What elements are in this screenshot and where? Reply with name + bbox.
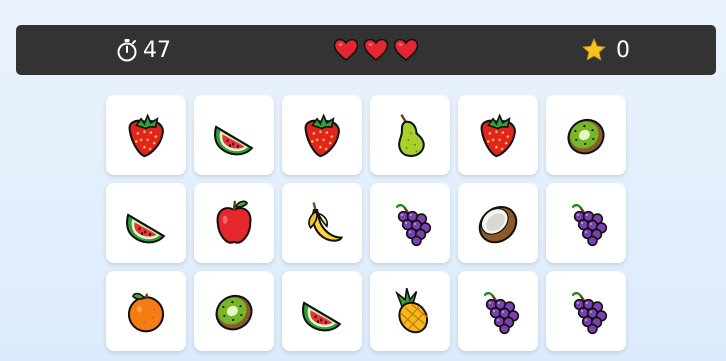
card[interactable] [194, 183, 274, 263]
card[interactable] [282, 95, 362, 175]
heart-icon [363, 38, 389, 62]
strawberry-icon [472, 109, 524, 161]
card[interactable] [106, 95, 186, 175]
card[interactable] [194, 95, 274, 175]
coconut-icon [472, 197, 524, 249]
strawberry-icon [296, 109, 348, 161]
grapes-icon [472, 285, 524, 337]
card[interactable] [546, 271, 626, 351]
orange-icon [120, 285, 172, 337]
strawberry-icon [120, 109, 172, 161]
score: 0 [581, 37, 630, 63]
card[interactable] [106, 271, 186, 351]
heart-icon [393, 38, 419, 62]
watermelon-icon [296, 285, 348, 337]
grapes-icon [384, 197, 436, 249]
score-value: 0 [616, 37, 630, 63]
card[interactable] [370, 95, 450, 175]
card[interactable] [458, 183, 538, 263]
watermelon-icon [208, 109, 260, 161]
card-grid [106, 95, 626, 351]
card[interactable] [282, 183, 362, 263]
pear-icon [384, 109, 436, 161]
card[interactable] [282, 271, 362, 351]
card[interactable] [194, 271, 274, 351]
card[interactable] [370, 271, 450, 351]
card[interactable] [370, 183, 450, 263]
timer: 47 [116, 38, 171, 63]
lives-indicator [333, 38, 419, 62]
kiwi-icon [560, 109, 612, 161]
pineapple-icon [384, 285, 436, 337]
apple-icon [208, 197, 260, 249]
card[interactable] [546, 183, 626, 263]
kiwi-icon [208, 285, 260, 337]
card[interactable] [546, 95, 626, 175]
grapes-icon [560, 197, 612, 249]
card[interactable] [458, 271, 538, 351]
watermelon-icon [120, 197, 172, 249]
stopwatch-icon [116, 38, 138, 62]
banana-icon [296, 197, 348, 249]
card[interactable] [106, 183, 186, 263]
star-icon [581, 37, 607, 63]
card[interactable] [458, 95, 538, 175]
grapes-icon [560, 285, 612, 337]
game-hud: 47 0 [16, 25, 716, 75]
timer-value: 47 [143, 37, 171, 63]
heart-icon [333, 38, 359, 62]
